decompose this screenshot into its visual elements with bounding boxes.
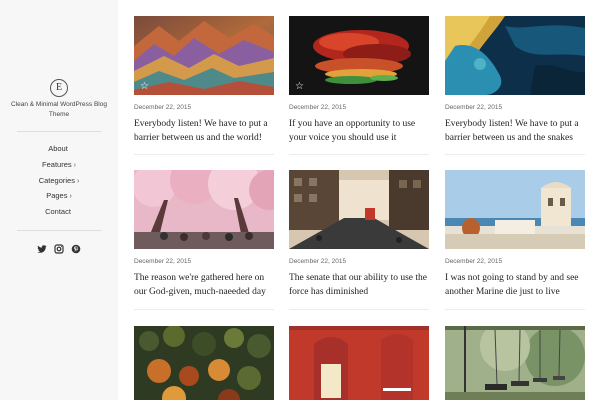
post-date: December 22, 2015 bbox=[445, 104, 503, 111]
post-card bbox=[289, 326, 429, 400]
sidebar-divider bbox=[17, 131, 102, 132]
post-card: ☆ December 22, 2015 If you have an oppor… bbox=[289, 16, 429, 145]
post-thumbnail[interactable] bbox=[289, 170, 429, 249]
post-thumbnail[interactable] bbox=[134, 326, 274, 400]
card-divider bbox=[134, 309, 274, 310]
sidebar-divider bbox=[17, 230, 102, 231]
nav-label: Features bbox=[42, 159, 72, 169]
chevron-right-icon: › bbox=[73, 161, 76, 169]
post-thumbnail[interactable] bbox=[445, 170, 585, 249]
post-date: December 22, 2015 bbox=[445, 258, 503, 265]
post-card: December 22, 2015 I was not going to sta… bbox=[445, 170, 585, 299]
post-thumbnail[interactable] bbox=[289, 326, 429, 400]
post-card: ☆ December 22, 2015 Everybody listen! We… bbox=[134, 16, 274, 145]
post-title[interactable]: If you have an opportunity to use your v… bbox=[289, 118, 429, 145]
chevron-right-icon: › bbox=[69, 193, 72, 201]
site-logo[interactable]: E bbox=[50, 79, 68, 97]
card-divider bbox=[445, 154, 585, 155]
social-links bbox=[0, 244, 118, 256]
post-card: December 22, 2015 The senate that our ab… bbox=[289, 170, 429, 299]
instagram-icon[interactable] bbox=[54, 244, 64, 254]
post-date: December 22, 2015 bbox=[289, 104, 347, 111]
post-thumbnail[interactable]: ☆ bbox=[289, 16, 429, 95]
post-date: December 22, 2015 bbox=[134, 104, 192, 111]
nav-item-features[interactable]: Features › bbox=[0, 157, 118, 173]
post-date: December 22, 2015 bbox=[134, 258, 192, 265]
sticky-star-icon: ☆ bbox=[140, 81, 149, 92]
pinterest-icon[interactable] bbox=[71, 244, 81, 254]
post-card bbox=[134, 326, 274, 400]
post-title[interactable]: The reason we're gathered here on our Go… bbox=[134, 272, 274, 299]
nav-item-categories[interactable]: Categories › bbox=[0, 173, 118, 189]
page: E Clean & Minimal WordPress Blog Theme A… bbox=[0, 0, 600, 400]
twitter-icon[interactable] bbox=[37, 244, 47, 254]
post-thumbnail[interactable] bbox=[134, 170, 274, 249]
chevron-right-icon: › bbox=[76, 177, 80, 185]
post-thumbnail[interactable] bbox=[445, 16, 585, 95]
card-divider bbox=[445, 309, 585, 310]
nav-item-contact[interactable]: Contact bbox=[0, 204, 118, 220]
post-title[interactable]: Everybody listen! We have to put a barri… bbox=[134, 118, 274, 145]
card-divider bbox=[289, 154, 429, 155]
nav-label: Categories bbox=[38, 175, 75, 185]
sidebar: E Clean & Minimal WordPress Blog Theme A… bbox=[0, 0, 118, 400]
sidebar-nav: About Features › Categories › Pages › Conta… bbox=[0, 141, 118, 220]
post-title[interactable]: The senate that our ability to use the f… bbox=[289, 272, 429, 299]
nav-item-about[interactable]: About bbox=[0, 141, 118, 157]
post-thumbnail[interactable] bbox=[445, 326, 585, 400]
nav-item-pages[interactable]: Pages › bbox=[0, 188, 118, 204]
nav-label: Contact bbox=[45, 207, 71, 216]
sticky-star-icon: ☆ bbox=[295, 81, 304, 92]
nav-label: Pages bbox=[46, 191, 68, 201]
post-card bbox=[445, 326, 585, 400]
card-divider bbox=[289, 309, 429, 310]
site-tagline: Clean & Minimal WordPress Blog Theme bbox=[11, 101, 107, 118]
post-card: December 22, 2015 Everybody listen! We h… bbox=[445, 16, 585, 145]
post-thumbnail[interactable]: ☆ bbox=[134, 16, 274, 95]
post-title[interactable]: I was not going to stand by and see anot… bbox=[445, 272, 585, 299]
card-divider bbox=[134, 154, 274, 155]
post-date: December 22, 2015 bbox=[289, 258, 347, 265]
nav-label: About bbox=[48, 144, 68, 153]
post-card: December 22, 2015 The reason we're gathe… bbox=[134, 170, 274, 299]
post-title[interactable]: Everybody listen! We have to put a barri… bbox=[445, 118, 585, 145]
